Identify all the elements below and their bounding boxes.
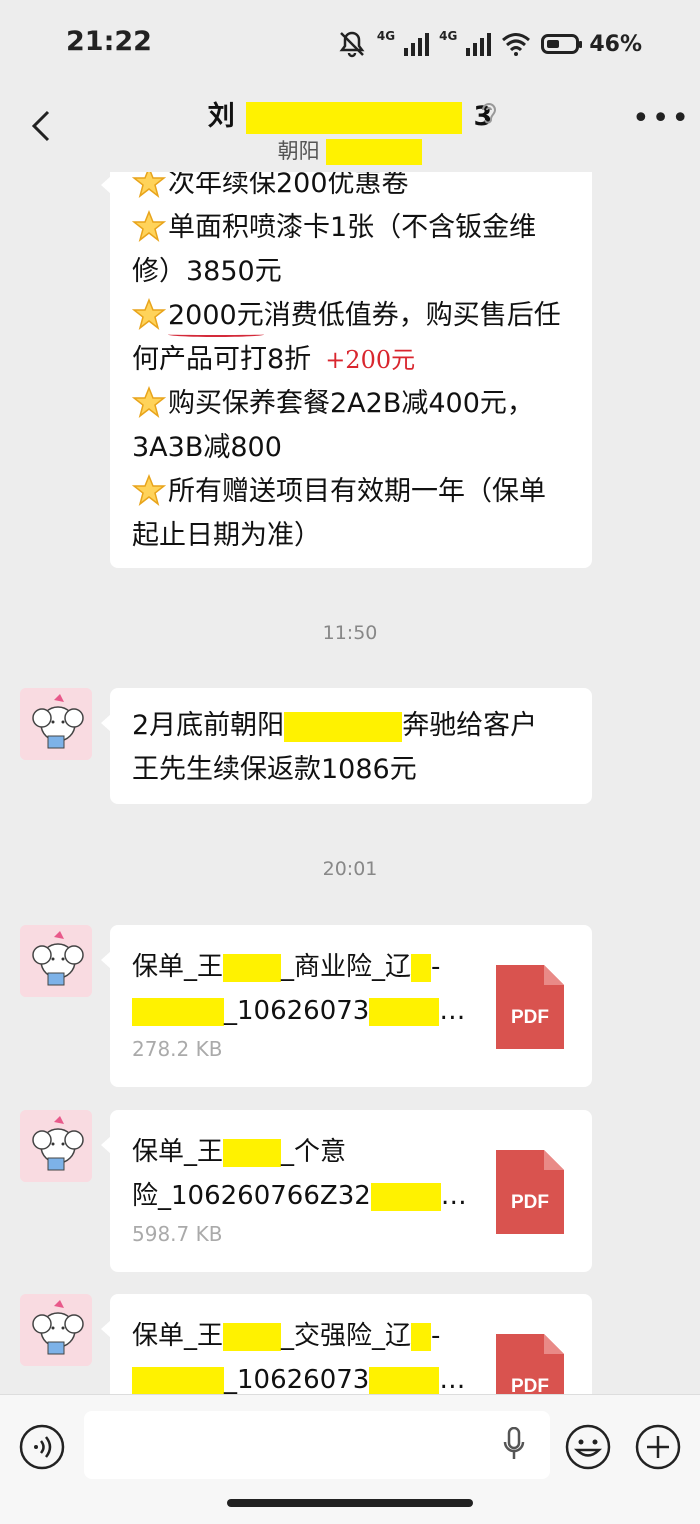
underlined-amount: 2000元	[168, 300, 264, 331]
redaction-block	[223, 1138, 282, 1167]
avatar[interactable]	[20, 1294, 92, 1366]
mute-bell-icon	[339, 31, 365, 58]
message-bubble-promo[interactable]: 次年续保200优惠卷 单面积喷漆卡1张（不含钣金维修）3850元 2000元消费…	[101, 160, 592, 568]
more-actions-plus-button[interactable]	[634, 1423, 682, 1471]
avatar[interactable]	[20, 1110, 92, 1182]
file-name: 保单_王 _个意 险_106260766Z32…	[132, 1137, 467, 1211]
status-bar: 21:22 4G 4G 46%	[0, 0, 700, 90]
promo-line: 购买保养套餐2A2B减400元，3A3B减800	[132, 386, 534, 463]
input-bar	[0, 1394, 700, 1524]
svg-text:PDF: PDF	[511, 1376, 549, 1395]
redaction-block	[369, 1366, 440, 1395]
redaction-block	[411, 1322, 432, 1351]
redaction-block	[369, 997, 440, 1026]
status-icons: 4G 4G 46%	[337, 26, 642, 62]
redaction-block	[132, 1366, 224, 1395]
chat-title: 刘 3	[0, 94, 700, 134]
ear-icon	[482, 103, 497, 124]
promo-line: 所有赠送项目有效期一年（保单起止日期为准）	[132, 474, 546, 551]
timestamp: 20:01	[322, 858, 378, 880]
network-type-2: 4G	[439, 29, 458, 43]
elephant-avatar-icon	[20, 688, 92, 760]
star-icon	[132, 298, 166, 330]
more-options-button[interactable]: •••	[632, 104, 689, 134]
emoji-button[interactable]	[564, 1423, 612, 1471]
file-message-3[interactable]: 保单_王 _交强险_辽 - _10626073… PDF	[101, 1294, 592, 1395]
elephant-avatar-icon	[20, 925, 92, 997]
signal-icon-2	[466, 33, 492, 56]
home-indicator[interactable]	[227, 1499, 473, 1507]
star-icon	[132, 386, 166, 418]
chat-subtitle: 朝阳	[0, 135, 700, 165]
message-input[interactable]	[84, 1411, 550, 1479]
file-message-2[interactable]: 保单_王 _个意 险_106260766Z32… 598.7 KB PDF	[101, 1110, 592, 1272]
redaction-block	[411, 953, 432, 982]
redaction-block	[284, 711, 403, 742]
elephant-avatar-icon	[20, 1110, 92, 1182]
handwritten-note: +200元	[325, 346, 416, 374]
battery-icon	[541, 34, 583, 54]
redaction-block	[223, 953, 282, 982]
svg-text:PDF: PDF	[511, 1007, 549, 1028]
star-icon	[132, 210, 166, 242]
redaction-block	[326, 139, 423, 165]
message-bubble-refund[interactable]: 2月底前朝阳 奔驰给客户 王先生续保返款1086元	[101, 688, 592, 804]
subtitle-prefix: 朝阳	[277, 139, 320, 163]
file-name: 保单_王 _交强险_辽 - _10626073…	[132, 1321, 466, 1395]
promo-line: 单面积喷漆卡1张（不含钣金维修）3850元	[132, 210, 537, 287]
redaction-block	[132, 997, 224, 1026]
signal-icon-1	[404, 33, 430, 56]
pdf-file-icon: PDF	[496, 1334, 564, 1395]
status-time: 21:22	[66, 26, 152, 57]
redaction-block	[246, 101, 463, 134]
chat-messages[interactable]: 次年续保200优惠卷 单面积喷漆卡1张（不含钣金维修）3850元 2000元消费…	[0, 160, 700, 1395]
timestamp: 11:50	[322, 622, 378, 644]
pdf-file-icon: PDF	[496, 965, 564, 1049]
redaction-block	[370, 1182, 441, 1211]
file-name: 保单_王 _商业险_辽 - _10626073…	[132, 952, 466, 1026]
title-prefix: 刘	[207, 101, 235, 132]
wifi-icon	[502, 33, 531, 56]
mic-icon[interactable]	[503, 1427, 525, 1461]
chat-header: 刘 3 朝阳 •••	[0, 80, 700, 172]
file-message-1[interactable]: 保单_王 _商业险_辽 - _10626073… 278.2 KB PDF	[101, 925, 592, 1087]
redaction-block	[223, 1322, 282, 1351]
star-icon	[132, 474, 166, 506]
avatar[interactable]	[20, 925, 92, 997]
avatar[interactable]	[20, 688, 92, 760]
promo-line: 2000元消费低值券，购买售后任何产品可打8折 +200元	[132, 298, 561, 375]
network-type-1: 4G	[376, 29, 396, 43]
voice-mode-button[interactable]	[18, 1423, 66, 1471]
elephant-avatar-icon	[20, 1294, 92, 1366]
battery-percent: 46%	[589, 31, 642, 57]
pdf-file-icon: PDF	[496, 1150, 564, 1234]
svg-text:PDF: PDF	[511, 1192, 549, 1213]
